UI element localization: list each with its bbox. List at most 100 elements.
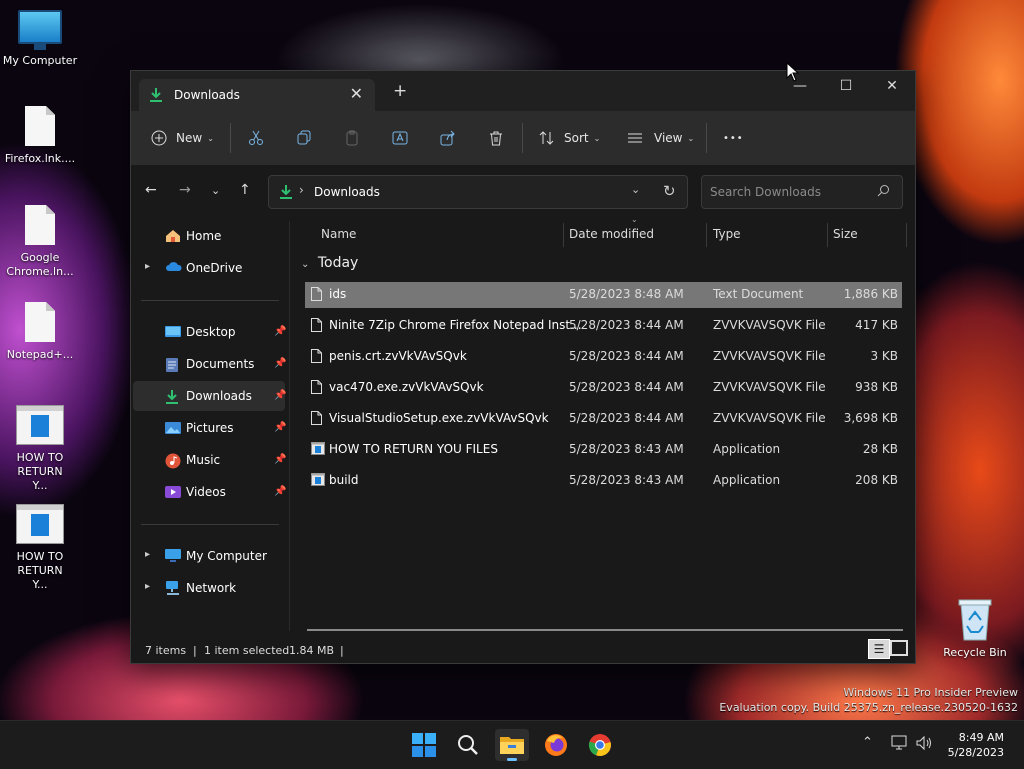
file-date-modified: 5/28/2023 8:44 AM <box>569 349 684 363</box>
desktop-icon-my-computer[interactable]: My Computer <box>0 10 80 68</box>
sidebar-item-documents[interactable]: Documents 📌 <box>133 349 287 379</box>
pin-icon: 📌 <box>274 486 287 497</box>
sidebar-item-onedrive[interactable]: ▸ OneDrive <box>133 253 285 283</box>
file-date-modified: 5/28/2023 8:43 AM <box>569 473 684 487</box>
new-button[interactable]: New ⌄ <box>151 121 214 155</box>
column-header-date-modified[interactable]: Date modified <box>569 227 654 241</box>
search-button[interactable] <box>451 729 485 761</box>
desktop-icon-recycle-bin[interactable]: Recycle Bin <box>940 598 1010 659</box>
expand-chevron-icon[interactable]: ▸ <box>145 549 150 560</box>
sidebar-item-downloads[interactable]: Downloads 📌 <box>133 381 287 411</box>
expand-chevron-icon[interactable]: ▸ <box>145 261 150 272</box>
horizontal-scrollbar[interactable] <box>307 629 903 631</box>
recent-locations-button[interactable]: ⌄ <box>211 184 220 197</box>
column-header-name[interactable]: Name <box>321 227 356 241</box>
tiles-view-button[interactable] <box>890 640 908 656</box>
table-row[interactable]: penis.crt.zvVkVAvSQvk 5/28/2023 8:44 AM ZV… <box>305 344 902 370</box>
desktop-icon-chrome-shortcut[interactable]: Google Chrome.ln... <box>0 205 80 279</box>
sidebar-item-network[interactable]: ▸ Network <box>133 573 285 603</box>
maximize-button[interactable]: ☐ <box>823 71 869 101</box>
navigation-pane-divider[interactable] <box>289 221 290 631</box>
new-tab-button[interactable]: + <box>393 83 407 100</box>
paste-button[interactable] <box>344 121 360 155</box>
table-row[interactable]: build 5/28/2023 8:43 AM Application 208 KB <box>305 468 902 494</box>
search-box[interactable]: Search Downloads <box>701 175 903 209</box>
desktop-icon-notepad-shortcut[interactable]: Notepad+... <box>0 302 80 362</box>
clock[interactable]: 8:49 AM 5/28/2023 <box>940 730 1004 760</box>
download-icon <box>279 184 293 203</box>
column-divider[interactable] <box>706 223 707 247</box>
sort-indicator-icon: ⌄ <box>631 215 638 224</box>
home-icon <box>165 229 181 246</box>
group-label: Today <box>317 255 359 271</box>
column-divider[interactable] <box>827 223 828 247</box>
close-tab-icon[interactable]: ✕ <box>350 84 363 103</box>
address-bar[interactable]: › Downloads ⌄ ↻ <box>268 175 688 209</box>
cut-button[interactable] <box>248 121 264 155</box>
breadcrumb-downloads[interactable]: Downloads <box>314 185 380 199</box>
desktop-icon-firefox-shortcut[interactable]: Firefox.lnk.... <box>0 106 80 166</box>
view-button[interactable]: View ⌄ <box>627 121 694 155</box>
expand-chevron-icon[interactable]: ▸ <box>145 581 150 592</box>
desktop-icon-how-to-return-2[interactable]: HOW TO RETURN Y... <box>0 504 80 592</box>
desktop-icon-how-to-return-1[interactable]: HOW TO RETURN Y... <box>0 405 80 493</box>
mouse-pointer-icon <box>786 62 800 82</box>
refresh-icon[interactable]: ↻ <box>663 182 676 200</box>
file-name: penis.crt.zvVkVAvSQvk <box>329 349 467 363</box>
rename-button[interactable] <box>392 121 410 155</box>
file-type: ZVVKVAVSQVK File <box>713 411 826 425</box>
firefox-taskbar-button[interactable] <box>539 729 573 761</box>
more-options-button[interactable]: ••• <box>723 121 744 155</box>
tab-downloads[interactable]: Downloads ✕ <box>139 79 375 111</box>
table-row[interactable]: HOW TO RETURN YOU FILES 5/28/2023 8:43 AM… <box>305 437 902 463</box>
application-icon <box>16 405 64 445</box>
sort-button[interactable]: Sort ⌄ <box>539 121 600 155</box>
sidebar-item-label: Downloads <box>186 389 252 403</box>
up-button[interactable]: ↑ <box>239 182 251 198</box>
address-dropdown-icon[interactable]: ⌄ <box>631 183 640 196</box>
column-header-type[interactable]: Type <box>713 227 741 241</box>
forward-button[interactable]: → <box>179 182 191 198</box>
chrome-taskbar-button[interactable] <box>583 729 617 761</box>
network-status-icon[interactable] <box>891 735 909 754</box>
start-button[interactable] <box>407 729 441 761</box>
share-button[interactable] <box>440 121 456 155</box>
copy-button[interactable] <box>296 121 312 155</box>
pin-icon: 📌 <box>274 326 287 337</box>
table-row[interactable]: vac470.exe.zvVkVAvSQvk 5/28/2023 8:44 AM Z… <box>305 375 902 401</box>
application-icon <box>311 442 325 458</box>
sort-button-label: Sort <box>564 131 589 145</box>
column-divider[interactable] <box>563 223 564 247</box>
pin-icon: 📌 <box>274 390 287 401</box>
column-divider[interactable] <box>906 223 907 247</box>
group-header-today[interactable]: ⌄ Today <box>301 255 358 271</box>
file-date-modified: 5/28/2023 8:44 AM <box>569 380 684 394</box>
back-button[interactable]: ← <box>145 182 157 198</box>
file-explorer-taskbar-button[interactable] <box>495 729 529 761</box>
sidebar-item-videos[interactable]: Videos 📌 <box>133 477 287 507</box>
download-icon <box>165 389 179 408</box>
sidebar-item-music[interactable]: Music 📌 <box>133 445 287 475</box>
file-size: 3,698 KB <box>843 411 898 425</box>
table-row[interactable]: Ninite 7Zip Chrome Firefox Notepad Inst.… <box>305 313 902 339</box>
scissors-icon <box>249 130 263 145</box>
details-view-button[interactable]: ☰ <box>868 639 890 659</box>
volume-icon[interactable] <box>915 735 933 754</box>
sidebar-item-pictures[interactable]: Pictures 📌 <box>133 413 286 443</box>
file-icon <box>311 318 322 335</box>
sidebar-item-home[interactable]: Home <box>133 221 285 251</box>
column-header-size[interactable]: Size <box>833 227 858 241</box>
minimize-button[interactable]: — <box>777 71 823 101</box>
sidebar-item-desktop[interactable]: Desktop 📌 <box>133 317 287 347</box>
download-icon <box>149 87 163 106</box>
pin-icon: 📌 <box>274 454 287 465</box>
table-row[interactable]: ids 5/28/2023 8:48 AM Text Document 1,886 K… <box>305 282 902 308</box>
show-hidden-icons-button[interactable]: ⌃ <box>862 735 873 750</box>
file-type: ZVVKVAVSQVK File <box>713 380 826 394</box>
pin-icon: 📌 <box>274 358 287 369</box>
sidebar-item-my-computer[interactable]: ▸ My Computer <box>133 541 285 571</box>
firefox-icon <box>545 734 567 756</box>
table-row[interactable]: VisualStudioSetup.exe.zvVkVAvSQvk 5/28/20… <box>305 406 902 432</box>
close-window-button[interactable]: ✕ <box>869 71 915 101</box>
delete-button[interactable] <box>488 121 504 155</box>
